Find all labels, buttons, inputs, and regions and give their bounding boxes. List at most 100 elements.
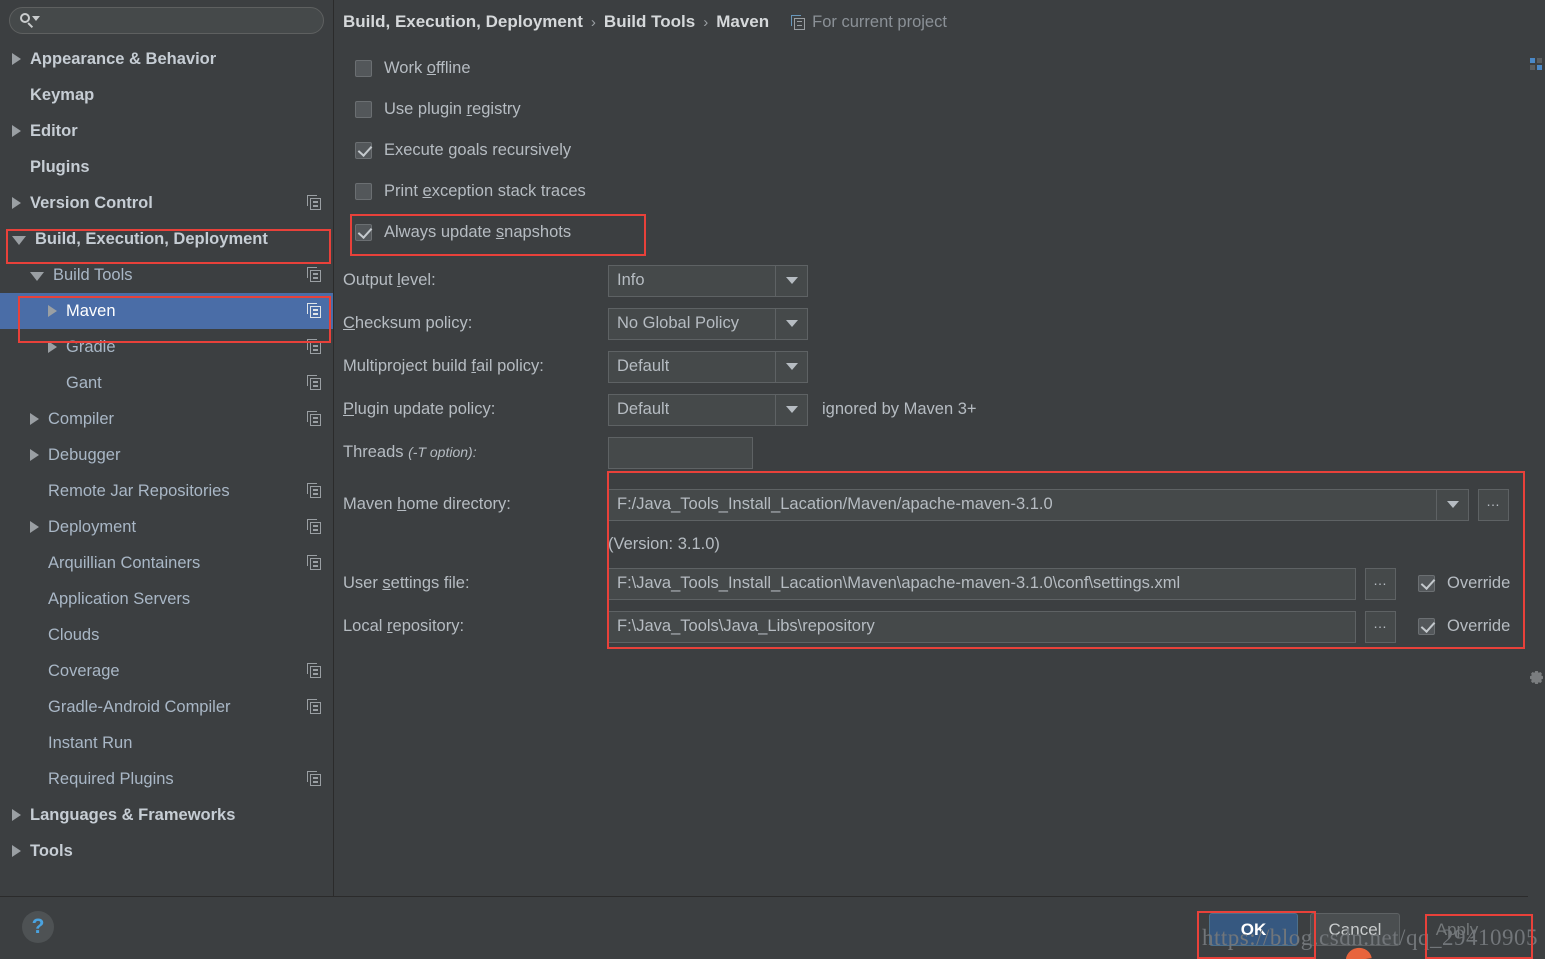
local-repository-input[interactable]: F:\Java_Tools\Java_Libs\repository (608, 610, 1356, 643)
sidebar-item-maven[interactable]: Maven (0, 293, 333, 329)
checkbox-row-use-plugin-registry[interactable]: Use plugin registry (335, 89, 1528, 130)
local-repository-value: F:\Java_Tools\Java_Libs\repository (617, 617, 875, 635)
checkbox-row-execute-goals-recursively[interactable]: Execute goals recursively (335, 130, 1528, 171)
settings-sidebar: Appearance & Behavior Keymap Editor Plugins… (0, 0, 334, 896)
ok-button[interactable]: OK (1209, 913, 1298, 946)
user-settings-override[interactable]: Override (1418, 574, 1510, 593)
chevron-down-icon[interactable] (30, 271, 44, 281)
sidebar-item-instant-run[interactable]: Instant Run (0, 725, 333, 761)
sidebar-item-application-servers[interactable]: Application Servers (0, 581, 333, 617)
chevron-down-icon[interactable] (1436, 489, 1468, 520)
sidebar-item-coverage[interactable]: Coverage (0, 653, 333, 689)
sidebar-item-languages-frameworks[interactable]: Languages & Frameworks (0, 797, 333, 833)
module-settings-icon[interactable] (307, 519, 322, 534)
sidebar-item-required-plugins[interactable]: Required Plugins (0, 761, 333, 797)
sidebar-item-compiler[interactable]: Compiler (0, 401, 333, 437)
module-settings-icon[interactable] (307, 555, 322, 570)
sidebar-item-plugins[interactable]: Plugins (0, 149, 333, 185)
chevron-right-icon[interactable] (12, 53, 21, 65)
output-level-combobox[interactable]: Info (608, 264, 808, 297)
checkbox-print-exception-stack-traces[interactable] (355, 183, 372, 200)
threads-input[interactable] (608, 436, 753, 469)
chevron-down-icon[interactable] (12, 235, 26, 245)
sidebar-item-build-execution-deployment[interactable]: Build, Execution, Deployment (0, 221, 333, 257)
sidebar-item-remote-jar-repositories[interactable]: Remote Jar Repositories (0, 473, 333, 509)
help-button[interactable]: ? (22, 911, 54, 943)
sidebar-item-label: Clouds (48, 625, 100, 644)
multiproject-fail-policy-combobox[interactable]: Default (608, 350, 808, 383)
chevron-down-icon[interactable] (775, 265, 807, 296)
field-row-threads: Threads (-T option): (335, 431, 1528, 474)
sidebar-item-editor[interactable]: Editor (0, 113, 333, 149)
checkbox-always-update-snapshots[interactable] (355, 224, 372, 241)
module-settings-icon[interactable] (307, 483, 322, 498)
settings-dialog: Appearance & Behavior Keymap Editor Plugins… (0, 0, 1545, 959)
sidebar-item-gant[interactable]: Gant (0, 365, 333, 401)
cancel-button[interactable]: Cancel (1310, 913, 1400, 946)
module-settings-icon[interactable] (307, 771, 322, 786)
sidebar-item-debugger[interactable]: Debugger (0, 437, 333, 473)
module-settings-icon[interactable] (307, 339, 322, 354)
local-repository-override-label: Override (1447, 617, 1511, 635)
breadcrumb-part-2[interactable]: Build Tools (604, 12, 695, 32)
breadcrumb-part-3[interactable]: Maven (716, 12, 769, 32)
module-settings-icon[interactable] (307, 699, 322, 714)
chevron-down-icon[interactable] (775, 351, 807, 382)
chevron-right-icon[interactable] (48, 341, 57, 353)
module-settings-icon[interactable] (307, 195, 322, 210)
user-settings-browse-button[interactable]: … (1365, 567, 1396, 600)
user-settings-input[interactable]: F:\Java_Tools_Install_Lacation\Maven\apa… (608, 567, 1356, 600)
checkbox-row-work-offline[interactable]: Work offline (335, 48, 1528, 89)
plugin-update-policy-combobox[interactable]: Default (608, 393, 808, 426)
sidebar-item-gradle[interactable]: Gradle (0, 329, 333, 365)
module-settings-icon[interactable] (307, 375, 322, 390)
module-settings-icon[interactable] (307, 303, 322, 318)
maven-home-combobox[interactable]: F:/Java_Tools_Install_Lacation/Maven/apa… (608, 488, 1469, 521)
sidebar-item-arquillian-containers[interactable]: Arquillian Containers (0, 545, 333, 581)
chevron-down-icon[interactable] (775, 308, 807, 339)
sidebar-item-label: Keymap (30, 85, 95, 104)
chevron-right-icon[interactable] (30, 521, 39, 533)
chevron-right-icon[interactable] (30, 413, 39, 425)
sidebar-item-label: Plugins (30, 157, 90, 176)
apply-button[interactable]: Apply (1412, 913, 1502, 946)
chevron-right-icon[interactable] (12, 809, 21, 821)
breadcrumb-part-1[interactable]: Build, Execution, Deployment (343, 12, 583, 32)
chevron-right-icon[interactable] (12, 845, 21, 857)
chevron-down-icon[interactable] (775, 394, 807, 425)
chevron-right-icon[interactable] (12, 125, 21, 137)
module-settings-icon[interactable] (307, 411, 322, 426)
checkbox-use-plugin-registry[interactable] (355, 101, 372, 118)
checkbox-row-always-update-snapshots[interactable]: Always update snapshots (335, 212, 1528, 253)
field-row-plugin-update-policy: Plugin update policy: Default ignored by… (335, 388, 1528, 431)
checkbox-execute-goals-recursively[interactable] (355, 142, 372, 159)
chevron-right-icon[interactable] (30, 449, 39, 461)
sidebar-item-label: Required Plugins (48, 769, 174, 788)
maven-version-text: (Version: 3.1.0) (608, 534, 720, 553)
sidebar-item-version-control[interactable]: Version Control (0, 185, 333, 221)
local-repository-browse-button[interactable]: … (1365, 610, 1396, 643)
checkbox-work-offline[interactable] (355, 60, 372, 77)
maven-home-browse-button[interactable]: … (1478, 488, 1509, 521)
user-settings-override-checkbox[interactable] (1418, 575, 1435, 592)
sidebar-item-gradle-android-compiler[interactable]: Gradle-Android Compiler (0, 689, 333, 725)
chevron-right-icon[interactable] (12, 197, 21, 209)
threads-label: Threads (-T option): (343, 443, 477, 461)
sidebar-item-build-tools[interactable]: Build Tools (0, 257, 333, 293)
checksum-policy-combobox[interactable]: No Global Policy (608, 307, 808, 340)
sidebar-item-clouds[interactable]: Clouds (0, 617, 333, 653)
search-box[interactable] (9, 7, 324, 34)
checkbox-row-print-exception-stack-traces[interactable]: Print exception stack traces (335, 171, 1528, 212)
sidebar-item-tools[interactable]: Tools (0, 833, 333, 869)
local-repository-override[interactable]: Override (1418, 617, 1510, 636)
local-repository-override-checkbox[interactable] (1418, 618, 1435, 635)
module-settings-icon[interactable] (307, 267, 322, 282)
module-settings-icon[interactable] (307, 663, 322, 678)
background-strip (1528, 0, 1545, 959)
multiproject-fail-policy-label: Multiproject build fail policy: (343, 357, 544, 375)
chevron-right-icon[interactable] (48, 305, 57, 317)
sidebar-item-appearance-behavior[interactable]: Appearance & Behavior (0, 41, 333, 77)
sidebar-item-deployment[interactable]: Deployment (0, 509, 333, 545)
sidebar-item-keymap[interactable]: Keymap (0, 77, 333, 113)
search-input[interactable] (44, 8, 315, 33)
